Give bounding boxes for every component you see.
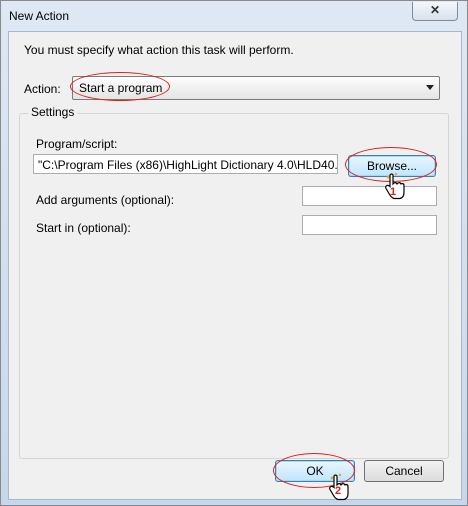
cancel-button[interactable]: Cancel xyxy=(364,460,444,482)
action-dropdown[interactable]: Start a program xyxy=(72,76,440,100)
browse-button-label: Browse... xyxy=(366,159,417,173)
window-title: New Action xyxy=(9,9,70,23)
settings-title: Settings xyxy=(28,105,78,119)
ok-button-label: OK xyxy=(306,464,324,478)
browse-button[interactable]: Browse... xyxy=(348,155,436,177)
arguments-label: Add arguments (optional): xyxy=(36,193,175,207)
dialog-body: You must specify what action this task w… xyxy=(8,31,462,500)
close-icon: ✕ xyxy=(429,3,441,17)
program-label: Program/script: xyxy=(36,137,118,151)
startin-field[interactable] xyxy=(302,215,437,235)
program-field[interactable]: "C:\Program Files (x86)\HighLight Dictio… xyxy=(33,154,338,174)
title-bar: New Action ✕ xyxy=(1,1,467,31)
cancel-button-label: Cancel xyxy=(385,464,423,478)
close-button[interactable]: ✕ xyxy=(412,2,458,21)
program-field-value: "C:\Program Files (x86)\HighLight Dictio… xyxy=(38,158,338,172)
action-label: Action: xyxy=(24,82,61,96)
step-2-label: 2 xyxy=(335,485,342,497)
startin-label: Start in (optional): xyxy=(36,221,131,235)
instruction-text: You must specify what action this task w… xyxy=(24,43,294,57)
arguments-field[interactable] xyxy=(302,186,437,206)
action-dropdown-value: Start a program xyxy=(79,81,163,95)
chevron-down-icon xyxy=(426,85,434,90)
new-action-window: New Action ✕ You must specify what actio… xyxy=(0,0,468,506)
step-1-label: 1 xyxy=(390,186,397,198)
ok-button[interactable]: OK xyxy=(275,460,355,482)
settings-group: Settings Program/script: "C:\Program Fil… xyxy=(19,105,449,459)
